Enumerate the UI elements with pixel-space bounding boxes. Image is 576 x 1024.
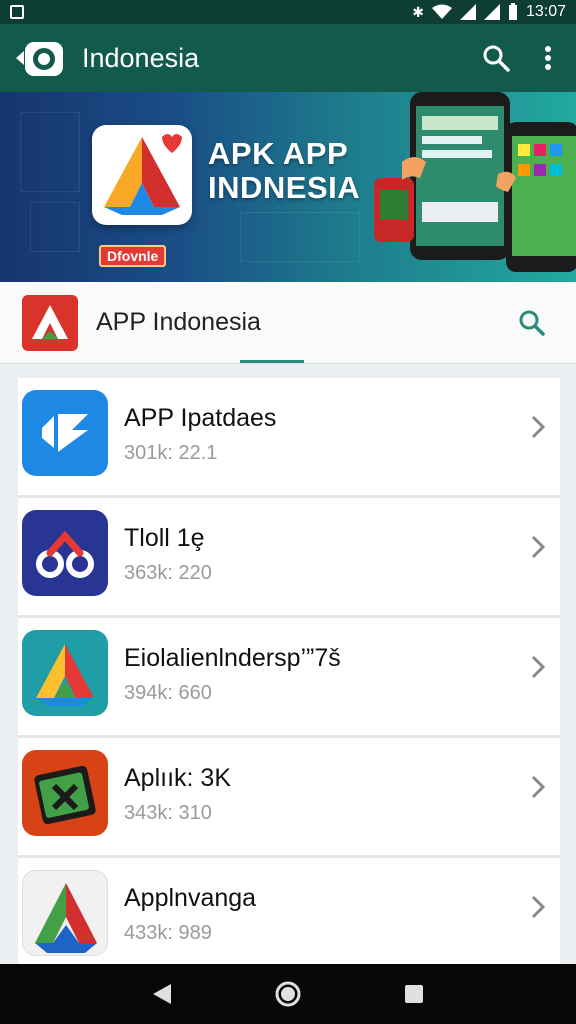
- chevron-right-icon: [531, 655, 546, 679]
- app-name: Tloll 1ȩ: [124, 524, 205, 552]
- section-title: APP Indonesia: [96, 308, 261, 336]
- banner-line-1: APK APP: [208, 136, 349, 171]
- promo-banner[interactable]: Dfovnle APK APP INDNESIA: [0, 92, 576, 282]
- search-icon[interactable]: [482, 44, 510, 72]
- overflow-menu-icon[interactable]: [544, 45, 552, 71]
- green-x-icon: [22, 750, 108, 836]
- recents-icon[interactable]: [403, 983, 425, 1005]
- battery-icon: [508, 3, 517, 20]
- app-meta: 363k: 220: [124, 562, 212, 584]
- banner-line-2: INDNESIA: [208, 170, 361, 205]
- list-item[interactable]: Tloll 1ȩ 363k: 220: [18, 498, 560, 618]
- system-nav-bar: [0, 964, 576, 1024]
- tab-indicator: [240, 360, 304, 363]
- app-list: APP Ipatdaes 301k: 22.1 Tloll 1ȩ 363k: 2…: [18, 378, 560, 978]
- blue-arrow-icon: [22, 390, 108, 476]
- banner-app-icon: [92, 125, 192, 225]
- app-bar-title: Indonesia: [82, 42, 200, 73]
- bluetooth-icon: ✱: [412, 3, 424, 20]
- list-item[interactable]: Eiolalienlndersp’”7š 394k: 660: [18, 618, 560, 738]
- list-item[interactable]: Aplıık: 3K 343k: 310: [18, 738, 560, 858]
- chevron-right-icon: [531, 415, 546, 439]
- chevron-right-icon: [531, 775, 546, 799]
- app-meta: 301k: 22.1: [124, 442, 218, 464]
- section-search-icon[interactable]: [518, 309, 546, 337]
- loop-icon: [22, 510, 108, 596]
- back-icon[interactable]: [151, 982, 173, 1006]
- status-bar: ✱ 13:07: [0, 0, 576, 24]
- clock: 13:07: [525, 3, 566, 20]
- camera-logo-icon[interactable]: [14, 38, 66, 78]
- banner-headline: APK APP INDNESIA: [208, 137, 360, 205]
- signal-icon: [459, 4, 476, 20]
- app-name: APP Ipatdaes: [124, 404, 277, 432]
- section-header: APP Indonesia: [0, 282, 576, 364]
- app-meta: 343k: 310: [124, 802, 212, 824]
- phones-illustration: [374, 92, 576, 272]
- triangle-white-icon: [22, 870, 108, 956]
- list-item[interactable]: APP Ipatdaes 301k: 22.1: [18, 378, 560, 498]
- app-meta: 394k: 660: [124, 682, 212, 704]
- chevron-right-icon: [531, 895, 546, 919]
- section-app-icon: [22, 294, 78, 351]
- banner-tag: Dfovnle: [99, 245, 167, 267]
- app-name: Applnvanga: [124, 884, 257, 912]
- app-name: Eiolalienlndersp’”7š: [124, 644, 341, 672]
- app-name: Aplıık: 3K: [124, 764, 231, 792]
- triangle-teal-icon: [22, 630, 108, 716]
- wifi-icon: [431, 4, 452, 19]
- app-meta: 433k: 989: [124, 922, 212, 944]
- signal-icon-2: [483, 4, 500, 20]
- list-item[interactable]: Applnvanga 433k: 989: [18, 858, 560, 978]
- notification-icon: [10, 5, 24, 19]
- app-bar: Indonesia: [0, 24, 576, 92]
- chevron-right-icon: [531, 535, 546, 559]
- home-icon[interactable]: [274, 980, 302, 1008]
